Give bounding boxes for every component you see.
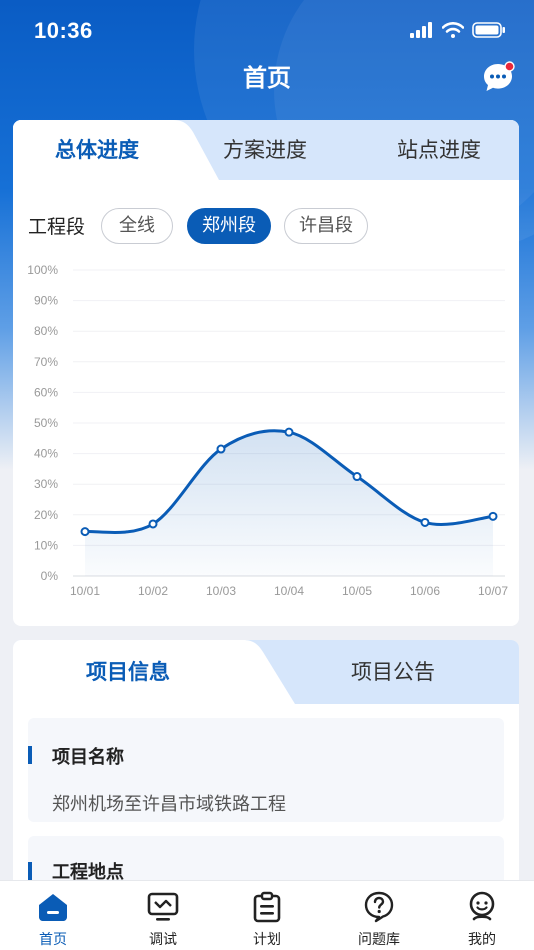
- x-tick-label: 10/01: [70, 584, 100, 598]
- user-icon: [469, 891, 495, 921]
- data-point: [352, 472, 362, 482]
- y-tick-label: 40%: [34, 447, 58, 461]
- monitor-icon: [147, 892, 179, 921]
- tabbar-item-mine[interactable]: 我的: [442, 881, 522, 950]
- segment-chip-xuchang[interactable]: 许昌段: [284, 208, 368, 244]
- status-icons: [410, 22, 506, 38]
- y-tick-label: 50%: [34, 416, 58, 430]
- tabbar-item-debug[interactable]: 调试: [123, 881, 203, 950]
- info-title: 项目名称: [52, 747, 124, 768]
- data-point: [216, 444, 226, 454]
- tabbar-label: 首页: [39, 932, 67, 948]
- page-title: 首页: [243, 64, 291, 92]
- y-tick-label: 80%: [34, 324, 58, 338]
- unread-badge: [504, 61, 515, 72]
- y-tick-label: 10%: [34, 538, 58, 552]
- tabbar-label: 我的: [468, 932, 496, 948]
- status-time: 10:36: [34, 18, 93, 43]
- segment-chip-zhengzhou[interactable]: 郑州段: [187, 208, 271, 244]
- battery-icon: [472, 22, 505, 38]
- data-point: [284, 427, 294, 437]
- y-tick-label: 20%: [34, 508, 58, 522]
- data-point: [148, 519, 158, 529]
- x-tick-label: 10/06: [410, 584, 440, 598]
- y-tick-label: 90%: [34, 294, 58, 308]
- clipboard-icon: [253, 891, 281, 923]
- tabbar-item-home[interactable]: 首页: [13, 881, 93, 950]
- data-point: [420, 517, 430, 527]
- y-tick-label: 60%: [34, 385, 58, 399]
- x-tick-label: 10/04: [274, 584, 304, 598]
- y-tick-label: 30%: [34, 477, 58, 491]
- info-tabs: 项目信息 项目公告: [13, 640, 519, 704]
- y-tick-label: 0%: [41, 569, 59, 583]
- tab-overall-progress[interactable]: 总体进度: [13, 120, 181, 180]
- bottom-tab-bar: 首页 调试 计划 问题库 我的: [0, 880, 534, 950]
- tabbar-item-issues[interactable]: 问题库: [339, 881, 419, 950]
- info-value: 郑州机场至许昌市域铁路工程: [52, 794, 286, 815]
- chat-bubble-icon: [484, 61, 515, 91]
- y-tick-label: 70%: [34, 355, 58, 369]
- wifi-icon: [442, 22, 464, 38]
- segment-chip-all[interactable]: 全线: [101, 208, 173, 244]
- x-tick-label: 10/03: [206, 584, 236, 598]
- signal-icon: [410, 22, 432, 38]
- tab-project-notice[interactable]: 项目公告: [303, 640, 483, 704]
- progress-tabs: 总体进度 方案进度 站点进度: [13, 120, 519, 180]
- tabbar-label: 问题库: [358, 932, 400, 948]
- tabbar-item-plan[interactable]: 计划: [227, 881, 307, 950]
- data-point: [80, 527, 90, 537]
- x-tick-label: 10/05: [342, 584, 372, 598]
- y-tick-label: 100%: [27, 263, 58, 277]
- x-tick-label: 10/02: [138, 584, 168, 598]
- progress-line-chart: 0% 10% 20% 30% 40% 50% 60% 70% 80% 90% 100% 10/01 1…: [27, 263, 508, 598]
- info-accent-bar: [28, 746, 32, 764]
- progress-card: 总体进度 方案进度 站点进度 工程段 全线 郑州段 许昌段 0% 10% 20% 30…: [13, 120, 519, 626]
- status-bar: 10:36: [0, 0, 534, 60]
- tab-project-info[interactable]: 项目信息: [13, 640, 243, 704]
- x-tick-label: 10/07: [478, 584, 508, 598]
- info-item-project-name: 项目名称 郑州机场至许昌市域铁路工程: [28, 718, 504, 822]
- info-accent-bar: [28, 862, 32, 880]
- tabbar-label: 调试: [149, 932, 177, 948]
- question-icon: [364, 891, 394, 923]
- series-area: [85, 430, 493, 576]
- home-icon: [39, 894, 67, 921]
- data-point: [488, 511, 498, 521]
- message-button[interactable]: [482, 60, 516, 94]
- segment-label: 工程段: [28, 216, 86, 238]
- tab-station-progress[interactable]: 站点进度: [359, 120, 519, 180]
- tabbar-label: 计划: [253, 932, 281, 948]
- tab-plan-progress[interactable]: 方案进度: [185, 120, 345, 180]
